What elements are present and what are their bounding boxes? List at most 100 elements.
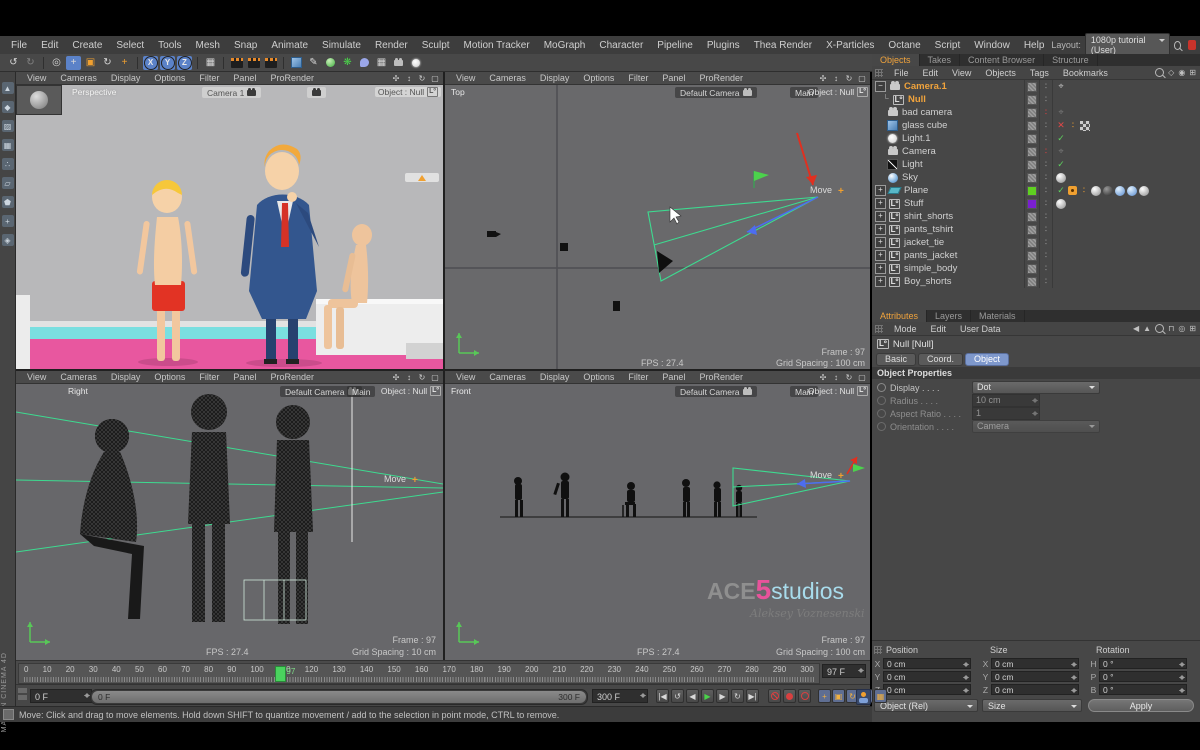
search-icon[interactable]	[1155, 324, 1164, 333]
take-button[interactable]	[307, 87, 326, 98]
simulate-icon[interactable]	[357, 56, 372, 70]
viewport-menu-filter[interactable]: Filter	[621, 372, 655, 382]
viewport-menu-cameras[interactable]: Cameras	[53, 73, 104, 83]
viewport-menu-panel[interactable]: Panel	[226, 73, 263, 83]
next-frame-button[interactable]: ▶	[716, 689, 729, 703]
material-tag-icon[interactable]	[1056, 199, 1066, 209]
size-mode-dropdown[interactable]: Size	[982, 699, 1082, 712]
toggle-view-icon[interactable]: ▢	[857, 373, 867, 382]
viewport-menu-options[interactable]: Options	[147, 372, 192, 382]
object-row[interactable]: +Lºsimple_body∶	[872, 262, 1200, 275]
visibility-dots[interactable]: ∶	[1039, 262, 1052, 275]
menu-item-octane[interactable]: Octane	[881, 38, 927, 53]
viewport-menu-display[interactable]: Display	[533, 73, 577, 83]
viewport-menu-cameras[interactable]: Cameras	[53, 372, 104, 382]
menu-item-edit[interactable]: Edit	[34, 38, 65, 53]
expand-icon[interactable]: +	[875, 224, 886, 235]
pan-icon[interactable]: ✣	[818, 373, 828, 382]
perspective-canvas[interactable]: Perspective Camera 1 Object : NullLº	[16, 85, 443, 369]
stepper-icon[interactable]	[1179, 673, 1185, 682]
stepper-icon[interactable]	[963, 673, 969, 682]
pan-icon[interactable]: ✣	[391, 74, 401, 83]
key-position-button[interactable]: +	[818, 689, 831, 703]
menu-item-thea-render[interactable]: Thea Render	[747, 38, 819, 53]
grid-icon[interactable]	[875, 69, 883, 77]
viewport-menu-filter[interactable]: Filter	[192, 73, 226, 83]
layer-chip[interactable]	[1024, 80, 1039, 93]
scale-icon[interactable]: ▣	[83, 56, 98, 70]
viewport-menu-panel[interactable]: Panel	[655, 73, 692, 83]
viewport-menu-prorender[interactable]: ProRender	[692, 73, 750, 83]
viewport-menu-view[interactable]: View	[449, 372, 482, 382]
layer-chip[interactable]	[1024, 93, 1039, 106]
stepper-icon[interactable]	[1071, 686, 1077, 695]
viewport-menu-options[interactable]: Options	[147, 73, 192, 83]
add-camera-icon[interactable]	[391, 56, 406, 70]
expand-icon[interactable]: +	[875, 237, 886, 248]
visibility-dots[interactable]: ∶	[1039, 275, 1052, 288]
tab-layers[interactable]: Layers	[927, 310, 971, 322]
visibility-dots[interactable]: ∶	[1039, 223, 1052, 236]
expand-icon[interactable]: +	[875, 211, 886, 222]
search-icon[interactable]	[1155, 68, 1164, 77]
target-dark-tag-icon[interactable]: ⌖	[1056, 147, 1066, 157]
expand-icon[interactable]: +	[875, 198, 886, 209]
orange-dots-tag-icon[interactable]: ∶	[1068, 121, 1078, 131]
zoom-icon[interactable]: ↕	[404, 373, 414, 382]
layer-chip[interactable]	[1024, 236, 1039, 249]
viewport-top[interactable]: ViewCamerasDisplayOptionsFilterPanelProR…	[445, 72, 870, 369]
coord-input[interactable]: 0 °	[1099, 658, 1187, 669]
visibility-dots[interactable]: ∶	[1039, 210, 1052, 223]
object-row[interactable]: +Lºpants_tshirt∶	[872, 223, 1200, 236]
top-canvas[interactable]: FPS : 27.4 Frame : 97 Grid Spacing : 100…	[445, 85, 870, 369]
visibility-dots[interactable]: ∶	[1039, 171, 1052, 184]
viewport-menu-panel[interactable]: Panel	[655, 372, 692, 382]
expand-icon[interactable]: +	[875, 250, 886, 261]
tab-attributes[interactable]: Attributes	[872, 310, 927, 322]
menu-item-script[interactable]: Script	[928, 38, 968, 53]
menu-item-sculpt[interactable]: Sculpt	[415, 38, 457, 53]
layer-chip[interactable]	[1024, 262, 1039, 275]
layer-chip[interactable]	[1024, 210, 1039, 223]
coord-input[interactable]: 0 cm	[991, 684, 1079, 695]
zoom-icon[interactable]: ↕	[831, 74, 841, 83]
menu-item-file[interactable]: File	[4, 38, 34, 53]
apply-button[interactable]: Apply	[1088, 699, 1194, 712]
coord-input[interactable]: 0 cm	[883, 684, 971, 695]
panel-icon[interactable]: ⊞	[1189, 68, 1196, 77]
right-canvas[interactable]: FPS : 27.4 Frame : 97 Grid Spacing : 10 …	[16, 384, 443, 660]
lock-y-icon[interactable]: Y	[160, 56, 175, 70]
array-icon[interactable]: ▦	[374, 56, 389, 70]
layer-chip[interactable]	[1024, 119, 1039, 132]
object-row[interactable]: glass cube∶✕∶	[872, 119, 1200, 132]
menu-item-pipeline[interactable]: Pipeline	[650, 38, 700, 53]
enable-snap-icon[interactable]: ◈	[2, 234, 14, 246]
objects-menu-bookmarks[interactable]: Bookmarks	[1056, 68, 1115, 78]
viewport-menu-filter[interactable]: Filter	[621, 73, 655, 83]
object-row[interactable]: −Camera.1∶⌖	[872, 80, 1200, 93]
objects-menu-file[interactable]: File	[887, 68, 916, 78]
animate-dot-icon[interactable]	[877, 422, 886, 431]
navigation-widget[interactable]	[16, 85, 62, 115]
viewport-menu-options[interactable]: Options	[576, 73, 621, 83]
object-row[interactable]: Sky∶	[872, 171, 1200, 184]
objects-menu-objects[interactable]: Objects	[978, 68, 1023, 78]
attribute-display-dropdown[interactable]: Dot	[972, 381, 1100, 394]
viewport-menu-prorender[interactable]: ProRender	[263, 73, 321, 83]
make-editable-icon[interactable]: ▲	[2, 82, 14, 94]
lock-z-icon[interactable]: Z	[177, 56, 192, 70]
layer-chip[interactable]	[1024, 223, 1039, 236]
render-settings-icon[interactable]	[263, 56, 278, 70]
key-pla-button[interactable]: ▦	[874, 689, 887, 703]
object-row[interactable]: +LºBoy_shorts∶	[872, 275, 1200, 288]
target-dark-tag-icon[interactable]: ⌖	[1056, 108, 1066, 118]
layer-chip[interactable]	[1024, 171, 1039, 184]
coord-input[interactable]: 0 °	[1099, 684, 1187, 695]
render-view-icon[interactable]	[229, 56, 244, 70]
menu-item-select[interactable]: Select	[109, 38, 151, 53]
viewport-menu-prorender[interactable]: ProRender	[692, 372, 750, 382]
tab-objects[interactable]: Objects	[872, 54, 920, 66]
check-tag-icon[interactable]: ✓	[1056, 134, 1066, 144]
material-tag-icon[interactable]	[1091, 186, 1101, 196]
mograph-icon[interactable]: ❋	[340, 56, 355, 70]
